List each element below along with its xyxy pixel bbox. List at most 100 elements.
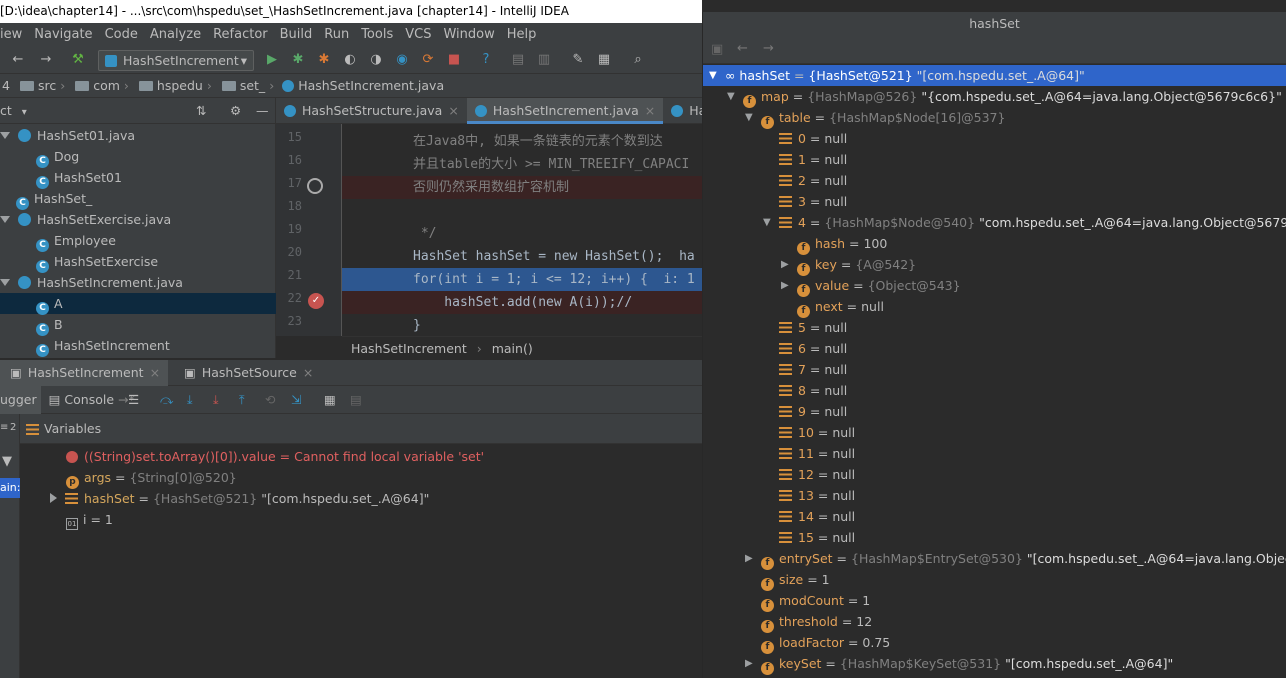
force-step-into-icon[interactable]: ⤓ xyxy=(213,386,219,414)
search-everywhere-icon[interactable]: ⌕ xyxy=(630,52,646,68)
tree-item-file[interactable]: HashSetIncrement.java xyxy=(0,272,276,293)
inspect-row[interactable]: 11 = null xyxy=(703,443,1286,464)
run-icon[interactable]: ▶ xyxy=(264,52,280,68)
project-header-label[interactable]: ct xyxy=(0,103,12,118)
editor-gutter[interactable]: 15 16 17 18 19 20 21 22 23 ✓ 💡 xyxy=(276,124,374,336)
variable-row[interactable]: hashSet = {HashSet@521} "[com.hspedu.set… xyxy=(50,488,429,509)
tree-item-class[interactable]: C HashSet_ xyxy=(0,188,276,210)
chevron-down-icon[interactable]: ▾ xyxy=(22,107,27,118)
step-over-icon[interactable]: ⤼ xyxy=(160,386,173,414)
settings-wrench-icon[interactable]: ✎ xyxy=(570,52,586,68)
collapse-all-icon[interactable]: ⇅ xyxy=(196,98,206,124)
breadcrumb-file[interactable]: HashSetIncrement.java xyxy=(298,78,444,93)
trace-icon[interactable]: ▤ xyxy=(350,386,362,414)
inspect-row[interactable]: ▶ f entrySet = {HashMap$EntrySet@530} "[co… xyxy=(703,548,1286,570)
inspect-row[interactable]: f next = null xyxy=(703,296,1286,318)
breadcrumb-src[interactable]: src xyxy=(38,78,56,93)
pin-icon[interactable]: ▣ xyxy=(711,42,723,57)
menu-lines-icon[interactable]: ☰ xyxy=(128,386,139,414)
back-arrow-icon[interactable]: ← xyxy=(737,41,748,56)
inspect-row[interactable]: 13 = null xyxy=(703,485,1286,506)
folder-icon[interactable]: ▦ xyxy=(596,52,612,68)
menu-code[interactable]: Code xyxy=(99,23,144,46)
expand-arrow-icon[interactable] xyxy=(0,132,10,139)
variable-row[interactable]: p args = {String[0]@520} xyxy=(66,467,237,489)
inspect-row[interactable]: ▼ f table = {HashMap$Node[16]@537} xyxy=(703,107,1286,129)
menu-navigate[interactable]: Navigate xyxy=(28,23,98,46)
inspect-row[interactable]: 12 = null xyxy=(703,464,1286,485)
inspect-row[interactable]: 9 = null xyxy=(703,401,1286,422)
forward-arrow-icon[interactable]: → xyxy=(38,52,54,68)
inspect-row[interactable]: ▼ f map = {HashMap@526} "{com.hspedu.set_.… xyxy=(703,86,1286,108)
filter-icon[interactable]: ▼ xyxy=(2,454,12,469)
close-icon[interactable]: × xyxy=(645,103,655,118)
editor-tab[interactable]: HashSetStructure.java × xyxy=(276,98,467,124)
inspect-row[interactable]: ▼ 4 = {HashMap$Node@540} "com.hspedu.set_… xyxy=(703,212,1286,233)
menu-refactor[interactable]: Refactor xyxy=(207,23,274,46)
run-to-cursor-icon[interactable]: ⇲ xyxy=(291,386,301,414)
inspect-row[interactable]: ▶ f key = {A@542} xyxy=(703,254,1286,276)
inspect-row-selected[interactable]: ▼ ∞ hashSet = {HashSet@521} "[com.hspedu.s… xyxy=(703,65,1286,86)
inspect-row[interactable]: 6 = null xyxy=(703,338,1286,359)
sdk-icon[interactable]: ▥ xyxy=(536,52,552,68)
run-configuration-select[interactable]: HashSetIncrement ▾ xyxy=(98,50,254,71)
breakpoint-icon[interactable]: ✓ xyxy=(308,293,324,309)
step-out-icon[interactable]: ⤒ xyxy=(239,386,245,414)
breadcrumb-set[interactable]: set_ xyxy=(240,78,265,93)
tree-item-class[interactable]: C HashSetIncrement xyxy=(0,335,276,357)
evaluate-expression-icon[interactable]: ▦ xyxy=(324,386,336,414)
menu-analyze[interactable]: Analyze xyxy=(144,23,207,46)
frame-main[interactable]: ain: xyxy=(0,478,20,498)
breadcrumb-method[interactable]: main() xyxy=(492,341,533,356)
debugger-tab[interactable]: ugger xyxy=(0,386,41,414)
editor-tab-active[interactable]: HashSetIncrement.java × xyxy=(466,98,664,124)
tree-item-class-selected[interactable]: CA xyxy=(0,293,276,315)
console-tab[interactable]: Console xyxy=(64,392,114,407)
help-icon[interactable]: ? xyxy=(478,52,494,68)
breadcrumb-class[interactable]: HashSetIncrement xyxy=(351,341,467,356)
expand-arrow-icon[interactable]: ▼ xyxy=(727,86,735,107)
close-icon[interactable]: × xyxy=(150,365,160,380)
menu-help[interactable]: Help xyxy=(501,23,543,46)
expand-arrow-icon[interactable] xyxy=(0,216,10,223)
breadcrumb-root[interactable]: 4 xyxy=(0,78,10,93)
inspect-row[interactable]: 7 = null xyxy=(703,359,1286,380)
debug-session-tab[interactable]: ▣ HashSetIncrement × xyxy=(0,360,169,386)
variable-row-error[interactable]: ((String)set.toArray()[0]).value = Canno… xyxy=(66,446,484,467)
expand-arrow-icon[interactable] xyxy=(0,279,10,286)
collapse-arrow-icon[interactable]: ▶ xyxy=(745,548,753,569)
tree-item-class[interactable]: CB xyxy=(0,314,276,336)
collapse-arrow-icon[interactable]: ▶ xyxy=(781,275,789,296)
breadcrumb-hspedu[interactable]: hspedu xyxy=(157,78,203,93)
code-editor[interactable]: 在Java8中, 如果一条链表的元素个数到达 并且table的大小 >= MIN… xyxy=(342,124,702,336)
stop-icon[interactable]: ■ xyxy=(446,52,462,68)
inspect-row[interactable]: f hash = 100 xyxy=(703,233,1286,255)
expand-arrow-icon[interactable]: ▼ xyxy=(745,107,753,128)
close-icon[interactable]: × xyxy=(448,103,458,118)
menu-build[interactable]: Build xyxy=(274,23,319,46)
inspect-row[interactable]: ▶ f keySet = {HashMap$KeySet@531} "[com.hs… xyxy=(703,653,1286,675)
muted-breakpoint-icon[interactable] xyxy=(307,178,323,194)
forward-arrow-icon[interactable]: → xyxy=(763,41,774,56)
menu-run[interactable]: Run xyxy=(318,23,355,46)
back-arrow-icon[interactable]: ← xyxy=(10,52,26,68)
collapse-arrow-icon[interactable]: ▶ xyxy=(781,254,789,275)
rerun-icon[interactable]: ⟳ xyxy=(420,52,436,68)
inspect-row[interactable]: 3 = null xyxy=(703,191,1286,212)
tree-item-file[interactable]: HashSet01.java xyxy=(0,125,276,146)
inspect-row[interactable]: f size = 1 xyxy=(703,569,1286,591)
inspect-row[interactable]: 5 = null xyxy=(703,317,1286,338)
inspect-row[interactable]: f modCount = 1 xyxy=(703,590,1286,612)
inspect-row[interactable]: 0 = null xyxy=(703,128,1286,149)
collapse-arrow-icon[interactable]: ▶ xyxy=(745,653,753,674)
tree-item-file[interactable]: HashSetExercise.java xyxy=(0,209,276,230)
inspect-row[interactable]: f threshold = 12 xyxy=(703,611,1286,633)
inspect-row[interactable]: 1 = null xyxy=(703,149,1286,170)
concurrency-icon[interactable]: ◑ xyxy=(368,52,384,68)
inspect-row[interactable]: 14 = null xyxy=(703,506,1286,527)
drop-frame-icon[interactable]: ⟲ xyxy=(265,386,275,414)
menu-window[interactable]: Window xyxy=(437,23,500,46)
hide-panel-icon[interactable]: — xyxy=(256,98,269,124)
inspect-row[interactable]: 8 = null xyxy=(703,380,1286,401)
project-structure-icon[interactable]: ▤ xyxy=(510,52,526,68)
